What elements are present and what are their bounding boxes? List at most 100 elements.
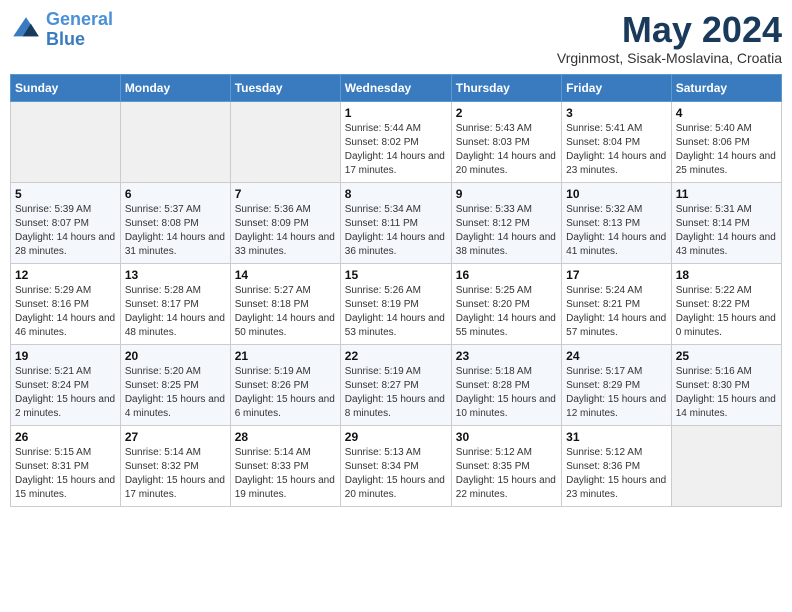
location-subtitle: Vrginmost, Sisak-Moslavina, Croatia — [557, 50, 782, 66]
calendar-cell: 30 Sunrise: 5:12 AMSunset: 8:35 PMDayligh… — [451, 425, 561, 506]
calendar-cell: 4Sunrise: 5:40 AMSunset: 8:06 PMDaylight… — [671, 101, 781, 182]
day-number: 4 — [676, 106, 777, 120]
weekday-header-row: SundayMondayTuesdayWednesdayThursdayFrid… — [11, 74, 782, 101]
day-info: Sunrise: 5:15 AMSunset: 8:31 PMDaylight:… — [15, 446, 116, 502]
calendar-cell: 31Sunrise: 5:12 AMSunset: 8:36 PMDayligh… — [562, 425, 672, 506]
calendar-cell — [230, 101, 340, 182]
calendar-cell: 8 Sunrise: 5:34 AMSunset: 8:11 PMDaylight… — [340, 182, 451, 263]
calendar-cell: 27 Sunrise: 5:14 AMSunset: 8:32 PMDayligh… — [120, 425, 230, 506]
calendar-cell: 15 Sunrise: 5:26 AMSunset: 8:19 PMDayligh… — [340, 263, 451, 344]
day-info: Sunrise: 5:26 AMSunset: 8:19 PMDaylight:… — [345, 284, 447, 340]
day-info: Sunrise: 5:43 AMSunset: 8:03 PMDaylight:… — [456, 122, 557, 178]
calendar-cell: 7 Sunrise: 5:36 AMSunset: 8:09 PMDaylight… — [230, 182, 340, 263]
day-info: Sunrise: 5:44 AMSunset: 8:02 PMDaylight:… — [345, 122, 447, 178]
calendar-cell: 2 Sunrise: 5:43 AMSunset: 8:03 PMDaylight… — [451, 101, 561, 182]
day-info: Sunrise: 5:12 AMSunset: 8:35 PMDaylight:… — [456, 446, 557, 502]
day-info: Sunrise: 5:39 AMSunset: 8:07 PMDaylight:… — [15, 203, 116, 259]
calendar-cell: 21Sunrise: 5:19 AMSunset: 8:26 PMDayligh… — [230, 344, 340, 425]
day-number: 12 — [15, 268, 116, 282]
weekday-header-wednesday: Wednesday — [340, 74, 451, 101]
calendar-cell: 12 Sunrise: 5:29 AMSunset: 8:16 PMDayligh… — [11, 263, 121, 344]
day-info: Sunrise: 5:18 AMSunset: 8:28 PMDaylight:… — [456, 365, 557, 421]
logo: General Blue — [10, 10, 113, 50]
calendar-week-1: 1 Sunrise: 5:44 AMSunset: 8:02 PMDaylight… — [11, 101, 782, 182]
day-info: Sunrise: 5:37 AMSunset: 8:08 PMDaylight:… — [125, 203, 226, 259]
calendar-cell: 20Sunrise: 5:20 AMSunset: 8:25 PMDayligh… — [120, 344, 230, 425]
day-number: 8 — [345, 187, 447, 201]
calendar-cell: 19Sunrise: 5:21 AMSunset: 8:24 PMDayligh… — [11, 344, 121, 425]
day-info: Sunrise: 5:28 AMSunset: 8:17 PMDaylight:… — [125, 284, 226, 340]
day-number: 7 — [235, 187, 336, 201]
day-number: 10 — [566, 187, 667, 201]
day-info: Sunrise: 5:41 AMSunset: 8:04 PMDaylight:… — [566, 122, 667, 178]
weekday-header-friday: Friday — [562, 74, 672, 101]
calendar-cell: 13 Sunrise: 5:28 AMSunset: 8:17 PMDayligh… — [120, 263, 230, 344]
day-info: Sunrise: 5:14 AMSunset: 8:32 PMDaylight:… — [125, 446, 226, 502]
weekday-header-sunday: Sunday — [11, 74, 121, 101]
day-info: Sunrise: 5:27 AMSunset: 8:18 PMDaylight:… — [235, 284, 336, 340]
weekday-header-saturday: Saturday — [671, 74, 781, 101]
day-number: 22 — [345, 349, 447, 363]
day-number: 6 — [125, 187, 226, 201]
calendar-table: SundayMondayTuesdayWednesdayThursdayFrid… — [10, 74, 782, 507]
calendar-cell: 6 Sunrise: 5:37 AMSunset: 8:08 PMDaylight… — [120, 182, 230, 263]
day-info: Sunrise: 5:32 AMSunset: 8:13 PMDaylight:… — [566, 203, 667, 259]
day-number: 1 — [345, 106, 447, 120]
day-number: 29 — [345, 430, 447, 444]
day-info: Sunrise: 5:29 AMSunset: 8:16 PMDaylight:… — [15, 284, 116, 340]
calendar-cell — [11, 101, 121, 182]
calendar-cell: 14 Sunrise: 5:27 AMSunset: 8:18 PMDayligh… — [230, 263, 340, 344]
weekday-header-monday: Monday — [120, 74, 230, 101]
day-number: 30 — [456, 430, 557, 444]
day-info: Sunrise: 5:36 AMSunset: 8:09 PMDaylight:… — [235, 203, 336, 259]
day-number: 28 — [235, 430, 336, 444]
day-number: 31 — [566, 430, 667, 444]
day-info: Sunrise: 5:16 AMSunset: 8:30 PMDaylight:… — [676, 365, 777, 421]
day-info: Sunrise: 5:22 AMSunset: 8:22 PMDaylight:… — [676, 284, 777, 340]
day-number: 17 — [566, 268, 667, 282]
day-number: 15 — [345, 268, 447, 282]
calendar-cell: 26 Sunrise: 5:15 AMSunset: 8:31 PMDayligh… — [11, 425, 121, 506]
calendar-week-5: 26 Sunrise: 5:15 AMSunset: 8:31 PMDayligh… — [11, 425, 782, 506]
day-info: Sunrise: 5:34 AMSunset: 8:11 PMDaylight:… — [345, 203, 447, 259]
day-info: Sunrise: 5:24 AMSunset: 8:21 PMDaylight:… — [566, 284, 667, 340]
day-number: 16 — [456, 268, 557, 282]
day-number: 5 — [15, 187, 116, 201]
day-number: 27 — [125, 430, 226, 444]
day-number: 3 — [566, 106, 667, 120]
calendar-cell: 9Sunrise: 5:33 AMSunset: 8:12 PMDaylight… — [451, 182, 561, 263]
day-info: Sunrise: 5:19 AMSunset: 8:26 PMDaylight:… — [235, 365, 336, 421]
calendar-cell: 3 Sunrise: 5:41 AMSunset: 8:04 PMDaylight… — [562, 101, 672, 182]
day-info: Sunrise: 5:20 AMSunset: 8:25 PMDaylight:… — [125, 365, 226, 421]
calendar-cell: 11Sunrise: 5:31 AMSunset: 8:14 PMDayligh… — [671, 182, 781, 263]
calendar-cell: 23 Sunrise: 5:18 AMSunset: 8:28 PMDayligh… — [451, 344, 561, 425]
day-info: Sunrise: 5:13 AMSunset: 8:34 PMDaylight:… — [345, 446, 447, 502]
calendar-cell — [120, 101, 230, 182]
calendar-cell: 17 Sunrise: 5:24 AMSunset: 8:21 PMDayligh… — [562, 263, 672, 344]
day-info: Sunrise: 5:19 AMSunset: 8:27 PMDaylight:… — [345, 365, 447, 421]
calendar-cell: 16 Sunrise: 5:25 AMSunset: 8:20 PMDayligh… — [451, 263, 561, 344]
day-info: Sunrise: 5:25 AMSunset: 8:20 PMDaylight:… — [456, 284, 557, 340]
day-number: 19 — [15, 349, 116, 363]
day-number: 13 — [125, 268, 226, 282]
day-info: Sunrise: 5:33 AMSunset: 8:12 PMDaylight:… — [456, 203, 557, 259]
page-header: General Blue May 2024 Vrginmost, Sisak-M… — [10, 10, 782, 66]
calendar-cell: 18 Sunrise: 5:22 AMSunset: 8:22 PMDayligh… — [671, 263, 781, 344]
day-number: 2 — [456, 106, 557, 120]
calendar-cell: 22 Sunrise: 5:19 AMSunset: 8:27 PMDayligh… — [340, 344, 451, 425]
day-info: Sunrise: 5:14 AMSunset: 8:33 PMDaylight:… — [235, 446, 336, 502]
calendar-cell: 5 Sunrise: 5:39 AMSunset: 8:07 PMDaylight… — [11, 182, 121, 263]
day-number: 14 — [235, 268, 336, 282]
day-number: 18 — [676, 268, 777, 282]
day-number: 11 — [676, 187, 777, 201]
calendar-body: 1 Sunrise: 5:44 AMSunset: 8:02 PMDaylight… — [11, 101, 782, 506]
calendar-week-3: 12 Sunrise: 5:29 AMSunset: 8:16 PMDayligh… — [11, 263, 782, 344]
calendar-cell: 29 Sunrise: 5:13 AMSunset: 8:34 PMDayligh… — [340, 425, 451, 506]
weekday-header-thursday: Thursday — [451, 74, 561, 101]
calendar-cell: 24Sunrise: 5:17 AMSunset: 8:29 PMDayligh… — [562, 344, 672, 425]
day-number: 23 — [456, 349, 557, 363]
calendar-cell: 25Sunrise: 5:16 AMSunset: 8:30 PMDayligh… — [671, 344, 781, 425]
logo-icon — [10, 14, 42, 46]
calendar-header: SundayMondayTuesdayWednesdayThursdayFrid… — [11, 74, 782, 101]
day-number: 26 — [15, 430, 116, 444]
